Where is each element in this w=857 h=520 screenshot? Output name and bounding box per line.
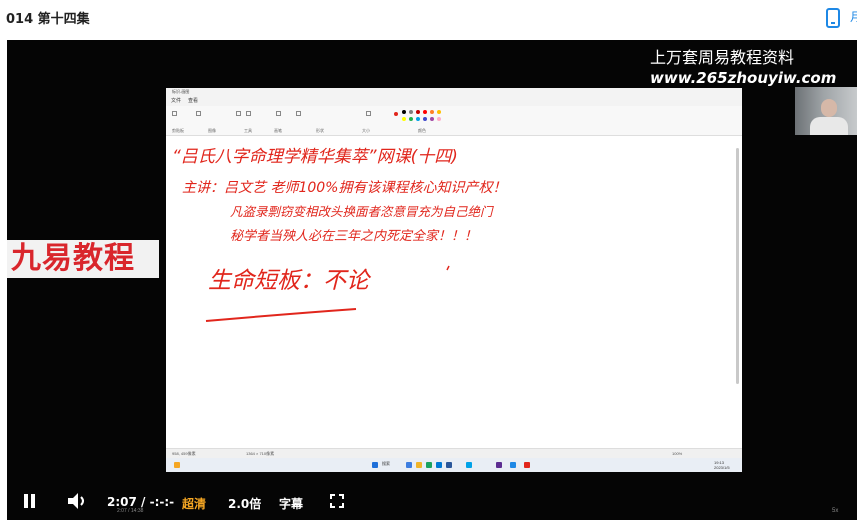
ribbon-group-label: 形状	[316, 128, 324, 133]
windows-taskbar: 搜索 19:13 2023/1/5	[166, 458, 742, 472]
ribbon-group-label: 颜色	[418, 128, 426, 133]
palette-swatch	[430, 117, 434, 121]
canvas-scrollbar	[736, 148, 739, 384]
shared-screen-paint: 标识-画图 文件 查看 剪贴板 图像 工具 画笔 形状 大小 颜色 “吕氏八字命…	[166, 88, 742, 472]
brush-icon	[276, 111, 281, 116]
presenter-body	[810, 117, 848, 135]
paint-app-icon	[466, 462, 472, 468]
canvas-size: 1364 × 710像素	[246, 451, 275, 456]
paint-ribbon: 剪贴板 图像 工具 画笔 形状 大小 颜色	[166, 106, 742, 136]
paint-window-title: 标识-画图	[172, 89, 190, 94]
quality-button[interactable]: 超清	[182, 495, 206, 512]
paint-canvas: “吕氏八字命理学精华集萃”网课(十四) 主讲：吕文艺 老师100%拥有该课程核心…	[166, 136, 734, 448]
taskbar-search-label: 搜索	[382, 461, 390, 466]
palette-swatch	[409, 117, 413, 121]
palette-swatch	[402, 110, 406, 114]
video-player[interactable]: 上万套周易教程资料 www.265zhouyiw.com 九易教程 标识-画图 …	[7, 40, 857, 520]
palette-swatch	[409, 110, 413, 114]
subtitles-button[interactable]: 字幕	[279, 495, 303, 512]
mini-right-caption: 5x	[832, 508, 839, 514]
browser-icon	[426, 462, 432, 468]
fill-icon	[246, 111, 251, 116]
handwriting-line1: “吕氏八字命理学精华集萃”网课(十四)	[172, 147, 458, 167]
episode-title: 014 第十四集	[6, 12, 90, 27]
app-icon	[510, 462, 516, 468]
header-right-text[interactable]: 月	[850, 8, 857, 25]
brand-logo: 九易教程	[7, 240, 159, 278]
taskbar-clock: 19:13 2023/1/5	[714, 460, 730, 470]
zoom-level: 100%	[672, 451, 683, 456]
app-icon	[496, 462, 502, 468]
ribbon-group-label: 图像	[208, 128, 216, 133]
underline-stroke	[205, 308, 357, 322]
palette-swatch	[416, 110, 420, 114]
start-icon	[372, 462, 378, 468]
handwriting-layer: “吕氏八字命理学精华集萃”网课(十四) 主讲：吕文艺 老师100%拥有该课程核心…	[172, 147, 506, 322]
size-icon	[366, 111, 371, 116]
handwriting-line4: 秘学者当殃人必在三年之内死定全家！！！	[230, 228, 477, 244]
task-icon	[406, 462, 412, 468]
palette-swatch	[423, 117, 427, 121]
paste-icon	[172, 111, 177, 116]
palette-swatch	[423, 110, 427, 114]
brand-logo-text: 九易教程	[11, 241, 135, 276]
handwriting-line5: 生命短板：不论	[208, 268, 372, 294]
time-display: 2:07 / -:-:-	[107, 495, 175, 509]
volume-icon[interactable]	[67, 492, 89, 510]
handwriting-line3: 凡盗录剽窃变相改头换面者恣意冒充为自己绝门	[230, 204, 494, 219]
watermark-line1: 上万套周易教程资料	[650, 48, 795, 67]
palette-swatch	[416, 117, 420, 121]
top-bar: 014 第十四集 月	[0, 0, 857, 40]
menu-view: 查看	[188, 98, 199, 104]
paint-menubar: 文件 查看	[166, 96, 742, 106]
paint-titlebar: 标识-画图	[166, 88, 742, 96]
palette-swatch	[437, 117, 441, 121]
palette-swatch	[402, 117, 406, 121]
palette-swatch	[430, 110, 434, 114]
ribbon-group-label: 剪贴板	[172, 128, 184, 133]
handwriting-line2: 主讲：吕文艺 老师100%拥有该课程核心知识产权！	[182, 180, 506, 196]
mini-time-caption: 2:07 / 14:38	[117, 508, 144, 514]
select-icon	[196, 111, 201, 116]
shapes-icon	[296, 111, 301, 116]
ribbon-group-label: 大小	[362, 128, 370, 133]
paint-statusbar: 958, 459像素 1364 × 710像素 100%	[166, 448, 742, 458]
weather-icon	[174, 462, 180, 468]
player-controls: 2:07 / -:-:- 超清 2.0倍 字幕 2:07 / 14:38 5x	[7, 480, 857, 520]
clock-date: 2023/1/5	[714, 465, 730, 470]
ribbon-group-label: 画笔	[274, 128, 282, 133]
mobile-phone-icon[interactable]	[826, 8, 840, 28]
watermark-url: www.265zhouyiw.com	[650, 69, 837, 87]
record-icon	[524, 462, 530, 468]
pause-icon[interactable]	[23, 494, 37, 508]
menu-file: 文件	[171, 98, 182, 104]
presenter-head	[821, 99, 837, 117]
ribbon-group-label: 工具	[244, 128, 252, 133]
palette-swatch	[437, 110, 441, 114]
speed-button[interactable]: 2.0倍	[228, 495, 261, 512]
fullscreen-icon[interactable]	[330, 494, 344, 508]
presenter-webcam	[795, 87, 857, 135]
active-color-swatch	[394, 112, 398, 116]
folder-icon	[416, 462, 422, 468]
edge-icon	[436, 462, 442, 468]
pencil-icon	[236, 111, 241, 116]
cursor-position: 958, 459像素	[172, 451, 196, 456]
ink-tick	[446, 265, 450, 271]
word-icon	[446, 462, 452, 468]
